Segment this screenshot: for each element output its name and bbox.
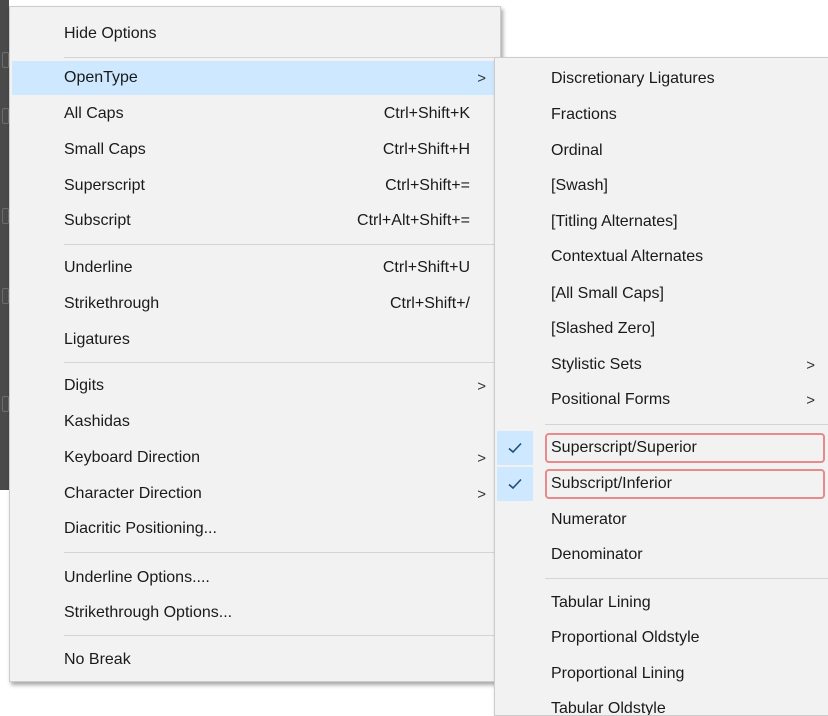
menu-item-label: Keyboard Direction bbox=[64, 449, 201, 466]
submenu-item-proportional-oldstyle[interactable]: Proportional Oldstyle bbox=[495, 621, 828, 655]
menu-item-ligatures[interactable]: Ligatures bbox=[10, 323, 500, 357]
menu-separator bbox=[64, 362, 494, 363]
menu-item-label: Superscript bbox=[64, 177, 145, 194]
menu-item-shortcut: Ctrl+Alt+Shift+= bbox=[357, 212, 470, 229]
menu-item-label: Fractions bbox=[551, 106, 617, 123]
background-app-edge bbox=[0, 0, 9, 490]
menu-separator bbox=[64, 552, 494, 553]
menu-item-hide-options[interactable]: Hide Options bbox=[10, 17, 500, 51]
menu-item-character-direction[interactable]: Character Direction > bbox=[10, 477, 500, 511]
menu-item-label: Proportional Lining bbox=[551, 665, 685, 682]
menu-item-label: [Swash] bbox=[551, 177, 608, 194]
menu-item-superscript[interactable]: Superscript Ctrl+Shift+= bbox=[10, 169, 500, 203]
submenu-item-proportional-lining[interactable]: Proportional Lining bbox=[495, 657, 828, 691]
submenu-item-numerator[interactable]: Numerator bbox=[495, 503, 828, 537]
background-control bbox=[2, 208, 9, 224]
opentype-submenu: Discretionary Ligatures Fractions Ordina… bbox=[494, 57, 828, 716]
menu-separator bbox=[64, 244, 494, 245]
menu-item-digits[interactable]: Digits > bbox=[10, 369, 500, 403]
menu-item-opentype[interactable]: OpenType > bbox=[12, 61, 498, 95]
chevron-right-icon: > bbox=[806, 356, 815, 374]
menu-item-label: Stylistic Sets bbox=[551, 356, 642, 373]
menu-item-kashidas[interactable]: Kashidas bbox=[10, 405, 500, 439]
character-options-menu: Hide Options OpenType > All Caps Ctrl+Sh… bbox=[9, 6, 501, 682]
submenu-item-stylistic-sets[interactable]: Stylistic Sets > bbox=[495, 348, 828, 382]
menu-item-label: Hide Options bbox=[64, 25, 157, 42]
menu-item-strikethrough[interactable]: Strikethrough Ctrl+Shift+/ bbox=[10, 287, 500, 321]
menu-item-label: Diacritic Positioning... bbox=[64, 520, 217, 537]
menu-separator bbox=[64, 635, 494, 636]
submenu-item-fractions[interactable]: Fractions bbox=[495, 98, 828, 132]
menu-item-label: Numerator bbox=[551, 511, 627, 528]
menu-item-no-break[interactable]: No Break bbox=[10, 643, 500, 677]
submenu-item-tabular-lining[interactable]: Tabular Lining bbox=[495, 586, 828, 620]
submenu-item-denominator[interactable]: Denominator bbox=[495, 538, 828, 572]
menu-item-label: Ordinal bbox=[551, 142, 603, 159]
menu-item-shortcut: Ctrl+Shift+U bbox=[382, 259, 470, 276]
menu-item-shortcut: Ctrl+Shift+= bbox=[385, 177, 470, 194]
submenu-item-discretionary-ligatures[interactable]: Discretionary Ligatures bbox=[495, 62, 828, 96]
background-control bbox=[2, 52, 9, 68]
menu-item-label: [Slashed Zero] bbox=[551, 320, 656, 337]
chevron-right-icon: > bbox=[477, 377, 486, 395]
menu-item-label: Kashidas bbox=[64, 413, 130, 430]
menu-item-label: Strikethrough bbox=[64, 295, 160, 312]
menu-separator bbox=[64, 57, 494, 58]
menu-item-label: Positional Forms bbox=[551, 391, 671, 408]
menu-item-label: [All Small Caps] bbox=[551, 285, 664, 302]
background-control bbox=[2, 288, 9, 304]
submenu-item-ordinal[interactable]: Ordinal bbox=[495, 134, 828, 168]
submenu-item-superscript-superior[interactable]: Superscript/Superior bbox=[495, 431, 828, 465]
menu-item-diacritic-positioning[interactable]: Diacritic Positioning... bbox=[10, 512, 500, 546]
menu-item-label: Denominator bbox=[551, 546, 643, 563]
chevron-right-icon: > bbox=[477, 485, 486, 503]
check-icon bbox=[497, 467, 533, 501]
menu-item-subscript[interactable]: Subscript Ctrl+Alt+Shift+= bbox=[10, 204, 500, 238]
menu-item-label: Subscript bbox=[64, 212, 131, 229]
menu-item-keyboard-direction[interactable]: Keyboard Direction > bbox=[10, 441, 500, 475]
chevron-right-icon: > bbox=[477, 449, 486, 467]
menu-item-shortcut: Ctrl+Shift+K bbox=[383, 105, 470, 122]
menu-item-label: Ligatures bbox=[64, 331, 130, 348]
menu-item-underline[interactable]: Underline Ctrl+Shift+U bbox=[10, 251, 500, 285]
menu-item-label: Subscript/Inferior bbox=[551, 475, 672, 492]
menu-item-underline-options[interactable]: Underline Options.... bbox=[10, 561, 500, 595]
menu-item-label: Tabular Lining bbox=[551, 594, 651, 611]
menu-item-all-caps[interactable]: All Caps Ctrl+Shift+K bbox=[10, 97, 500, 131]
menu-separator bbox=[545, 424, 828, 425]
menu-item-shortcut: Ctrl+Shift+H bbox=[382, 141, 470, 158]
submenu-item-swash[interactable]: [Swash] bbox=[495, 169, 828, 203]
menu-item-label: Contextual Alternates bbox=[551, 248, 704, 265]
submenu-item-all-small-caps[interactable]: [All Small Caps] bbox=[495, 277, 828, 311]
chevron-right-icon: > bbox=[806, 391, 815, 409]
submenu-item-subscript-inferior[interactable]: Subscript/Inferior bbox=[495, 467, 828, 501]
menu-item-shortcut: Ctrl+Shift+/ bbox=[389, 295, 470, 312]
check-icon bbox=[497, 431, 533, 465]
menu-item-small-caps[interactable]: Small Caps Ctrl+Shift+H bbox=[10, 133, 500, 167]
background-control bbox=[2, 396, 9, 412]
menu-item-label: Discretionary Ligatures bbox=[551, 70, 715, 87]
menu-item-label: Underline bbox=[64, 259, 133, 276]
menu-item-label: Strikethrough Options... bbox=[64, 604, 233, 621]
submenu-item-contextual-alternates[interactable]: Contextual Alternates bbox=[495, 240, 828, 274]
submenu-item-tabular-oldstyle[interactable]: Tabular Oldstyle bbox=[495, 692, 828, 715]
menu-item-label: Digits bbox=[64, 377, 105, 394]
background-control bbox=[2, 108, 9, 124]
menu-separator bbox=[545, 578, 828, 579]
menu-item-label: No Break bbox=[64, 651, 131, 668]
menu-item-label: Small Caps bbox=[64, 141, 146, 158]
menu-item-label: All Caps bbox=[64, 105, 124, 122]
menu-item-label: Superscript/Superior bbox=[551, 439, 697, 456]
chevron-right-icon: > bbox=[477, 69, 486, 87]
menu-item-label: OpenType bbox=[64, 69, 138, 86]
menu-item-label: Underline Options.... bbox=[64, 569, 210, 586]
menu-item-label: Character Direction bbox=[64, 485, 202, 502]
submenu-item-positional-forms[interactable]: Positional Forms > bbox=[495, 383, 828, 417]
menu-item-label: [Titling Alternates] bbox=[551, 213, 678, 230]
submenu-item-titling-alternates[interactable]: [Titling Alternates] bbox=[495, 205, 828, 239]
menu-item-strikethrough-options[interactable]: Strikethrough Options... bbox=[10, 596, 500, 630]
submenu-item-slashed-zero[interactable]: [Slashed Zero] bbox=[495, 312, 828, 346]
menu-item-label: Proportional Oldstyle bbox=[551, 629, 700, 646]
